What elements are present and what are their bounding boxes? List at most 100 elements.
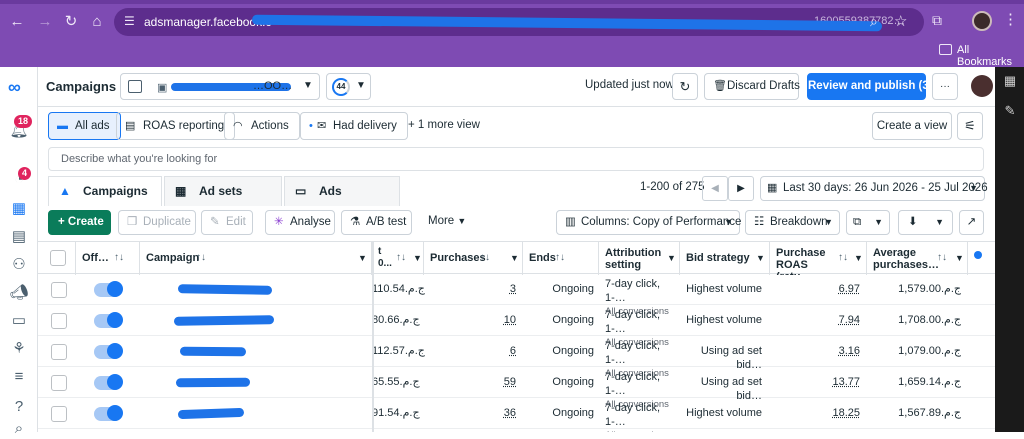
column-header-cost[interactable]: t 0... ↑↓ ▼ — [372, 242, 424, 275]
column-header-attribution[interactable]: Attribution setting ▼ — [599, 242, 680, 275]
audiences-icon[interactable]: ⚇ — [9, 255, 29, 275]
campaigns-table-icon[interactable]: ▦ — [9, 199, 29, 219]
table-row[interactable]: 80.66.ج.م 10 Ongoing 7-day click, 1-… All co… — [38, 305, 995, 348]
discard-drafts-button[interactable]: 🗑︎ Discard Drafts — [704, 73, 800, 100]
row-checkbox[interactable] — [51, 375, 67, 391]
view-had-delivery[interactable]: • ✉ Had delivery — [300, 112, 408, 140]
column-header-campaign[interactable]: Campaign ↑↓ ▼ — [140, 242, 372, 275]
campaign-toggle[interactable] — [94, 343, 123, 359]
roas-cell[interactable]: 18.25 — [770, 398, 860, 429]
chevron-down-icon[interactable]: ▼ — [358, 252, 367, 264]
billing-card-icon[interactable]: ▭ — [9, 311, 29, 331]
bookmark-star-icon[interactable]: ☆ — [894, 12, 907, 30]
purchases-cell[interactable]: 10 — [424, 305, 516, 336]
purchases-cell[interactable]: 6 — [424, 336, 516, 367]
campaign-toggle[interactable] — [94, 281, 123, 297]
row-checkbox[interactable] — [51, 282, 67, 298]
view-settings-button[interactable]: ⚟ — [957, 112, 983, 140]
chevron-down-icon[interactable]: ▼ — [756, 252, 765, 264]
browser-menu-icon[interactable]: ⋮ — [1003, 10, 1018, 28]
create-view-button[interactable]: Create a view — [872, 112, 952, 140]
column-header-average-purchases[interactable]: Average purchases… ↑↓ ▼ — [867, 242, 968, 275]
breakdown-dropdown[interactable]: ☷ Breakdown ▼ — [745, 210, 840, 235]
tab-campaigns[interactable]: ▲ Campaigns — [48, 176, 162, 206]
table-row[interactable]: 65.55.ج.م 59 Ongoing 7-day click, 1-… All co… — [38, 367, 995, 410]
purchases-cell[interactable]: 36 — [424, 398, 516, 429]
site-info-icon[interactable]: ☰ — [124, 14, 138, 28]
purchases-cell[interactable]: 59 — [424, 367, 516, 398]
ab-test-button[interactable]: ⚗ A/B test — [341, 210, 412, 235]
ad-account-selector[interactable]: ▣ …ОО… ▼ — [120, 73, 320, 100]
sort-icon[interactable]: ↑↓ — [480, 252, 490, 264]
row-checkbox[interactable] — [51, 313, 67, 329]
reload-icon[interactable]: ↻ — [62, 13, 80, 31]
analyse-button[interactable]: ✳ Analyse — [265, 210, 335, 235]
panel-edit-icon[interactable]: ✎ — [1002, 103, 1018, 119]
charts-button[interactable]: ↗ — [959, 210, 984, 235]
search-icon[interactable]: ⌕ — [9, 419, 29, 439]
add-column-icon[interactable] — [974, 251, 982, 259]
column-header-purchases[interactable]: Purchases ↑↓ ▼ — [424, 242, 523, 275]
export-dropdown[interactable]: ⬇ ▼ — [898, 210, 953, 235]
reports-icon[interactable]: ▤ — [9, 227, 29, 247]
column-header-bid-strategy[interactable]: Bid strategy ▼ — [680, 242, 770, 275]
refresh-button[interactable]: ↻ — [672, 73, 698, 100]
campaign-toggle[interactable] — [94, 312, 123, 328]
home-icon[interactable]: ⌂ — [88, 13, 106, 31]
columns-dropdown[interactable]: ▥ Columns: Copy of Performance ▼ — [556, 210, 741, 235]
back-icon[interactable]: ← — [8, 13, 26, 31]
chevron-down-icon[interactable]: ▼ — [510, 252, 519, 264]
create-button[interactable]: + Create — [48, 210, 111, 235]
sort-icon[interactable]: ↑↓ — [396, 252, 406, 264]
row-checkbox[interactable] — [51, 406, 67, 422]
sort-icon[interactable]: ↑↓ — [838, 252, 848, 264]
review-and-publish-button[interactable]: Review and publish (3) — [807, 73, 933, 100]
chevron-down-icon[interactable]: ▼ — [854, 252, 863, 264]
user-avatar[interactable] — [971, 75, 993, 97]
roas-cell[interactable]: 6.97 — [770, 274, 860, 305]
tab-ads[interactable]: ▭ Ads — [284, 176, 400, 206]
table-row[interactable]: 110.54.ج.م 3 Ongoing 7-day click, 1-… All co… — [38, 274, 995, 317]
view-roas-reporting[interactable]: ▤ ROAS reporting — [116, 112, 236, 140]
view-actions[interactable]: ◠ Actions — [224, 112, 300, 140]
column-header-purchase-roas[interactable]: Purchase ROAS (retu… ↑↓ ▼ — [770, 242, 867, 275]
chevron-down-icon[interactable]: ▼ — [667, 252, 676, 264]
all-tools-menu-icon[interactable]: ≡ — [9, 367, 29, 387]
tab-adsets[interactable]: ▦ Ad sets — [164, 176, 282, 206]
sort-icon[interactable]: ↑↓ — [114, 252, 124, 264]
search-input[interactable]: Describe what you're looking for — [48, 147, 984, 171]
chevron-down-icon[interactable]: ▼ — [413, 252, 422, 264]
view-all-ads[interactable]: ▬ All ads — [48, 112, 121, 140]
sort-icon[interactable]: ↑↓ — [555, 252, 565, 264]
more-options-button[interactable]: ··· — [932, 73, 958, 100]
table-row[interactable]: 112.57.ج.م 6 Ongoing 7-day click, 1-… All co… — [38, 336, 995, 379]
date-range-picker[interactable]: ▦ Last 30 days: 26 Jun 2026 - 25 Jul 202… — [760, 176, 988, 201]
roas-cell[interactable]: 13.77 — [770, 367, 860, 398]
more-actions-dropdown[interactable]: More ▼ — [418, 210, 474, 235]
profile-avatar[interactable] — [972, 11, 992, 31]
pinned-column-divider[interactable] — [372, 241, 374, 432]
extensions-icon[interactable]: ⧉ — [932, 12, 942, 29]
duplicate-button[interactable]: ❐ Duplicate — [118, 210, 196, 235]
events-manager-icon[interactable]: ⚘ — [9, 339, 29, 359]
campaign-megaphone-icon[interactable]: 📣︎ — [9, 283, 29, 303]
sort-icon[interactable]: ↑↓ — [196, 252, 206, 264]
column-header-off-on[interactable]: Off… ↑↓ — [76, 242, 140, 275]
panel-grid-icon[interactable]: ▦ — [1002, 73, 1018, 89]
column-header-ends[interactable]: Ends ↑↓ — [523, 242, 599, 275]
edit-button[interactable]: ✎ Edit — [201, 210, 253, 235]
roas-cell[interactable]: 3.16 — [770, 336, 860, 367]
export-view-dropdown[interactable]: ⧉ ▼ — [846, 210, 890, 235]
help-icon[interactable]: ? — [9, 397, 29, 417]
next-page-button[interactable]: ▶ — [728, 176, 754, 201]
table-row[interactable]: 91.54.ج.م 36 Ongoing 7-day click, 1-…All co… — [38, 398, 995, 432]
more-views-link[interactable]: + 1 more view — [408, 112, 480, 140]
meta-logo-icon[interactable]: ∞ — [8, 77, 21, 98]
address-bar[interactable]: ☰ adsmanager.facebook.c 1600559387782… ⌕… — [114, 8, 924, 36]
previous-page-button[interactable]: ◀ — [702, 176, 728, 201]
sort-icon[interactable]: ↑↓ — [937, 252, 947, 264]
purchases-cell[interactable]: 3 — [424, 274, 516, 305]
roas-cell[interactable]: 7.94 — [770, 305, 860, 336]
chevron-down-icon[interactable]: ▼ — [955, 252, 964, 264]
row-checkbox[interactable] — [51, 344, 67, 360]
